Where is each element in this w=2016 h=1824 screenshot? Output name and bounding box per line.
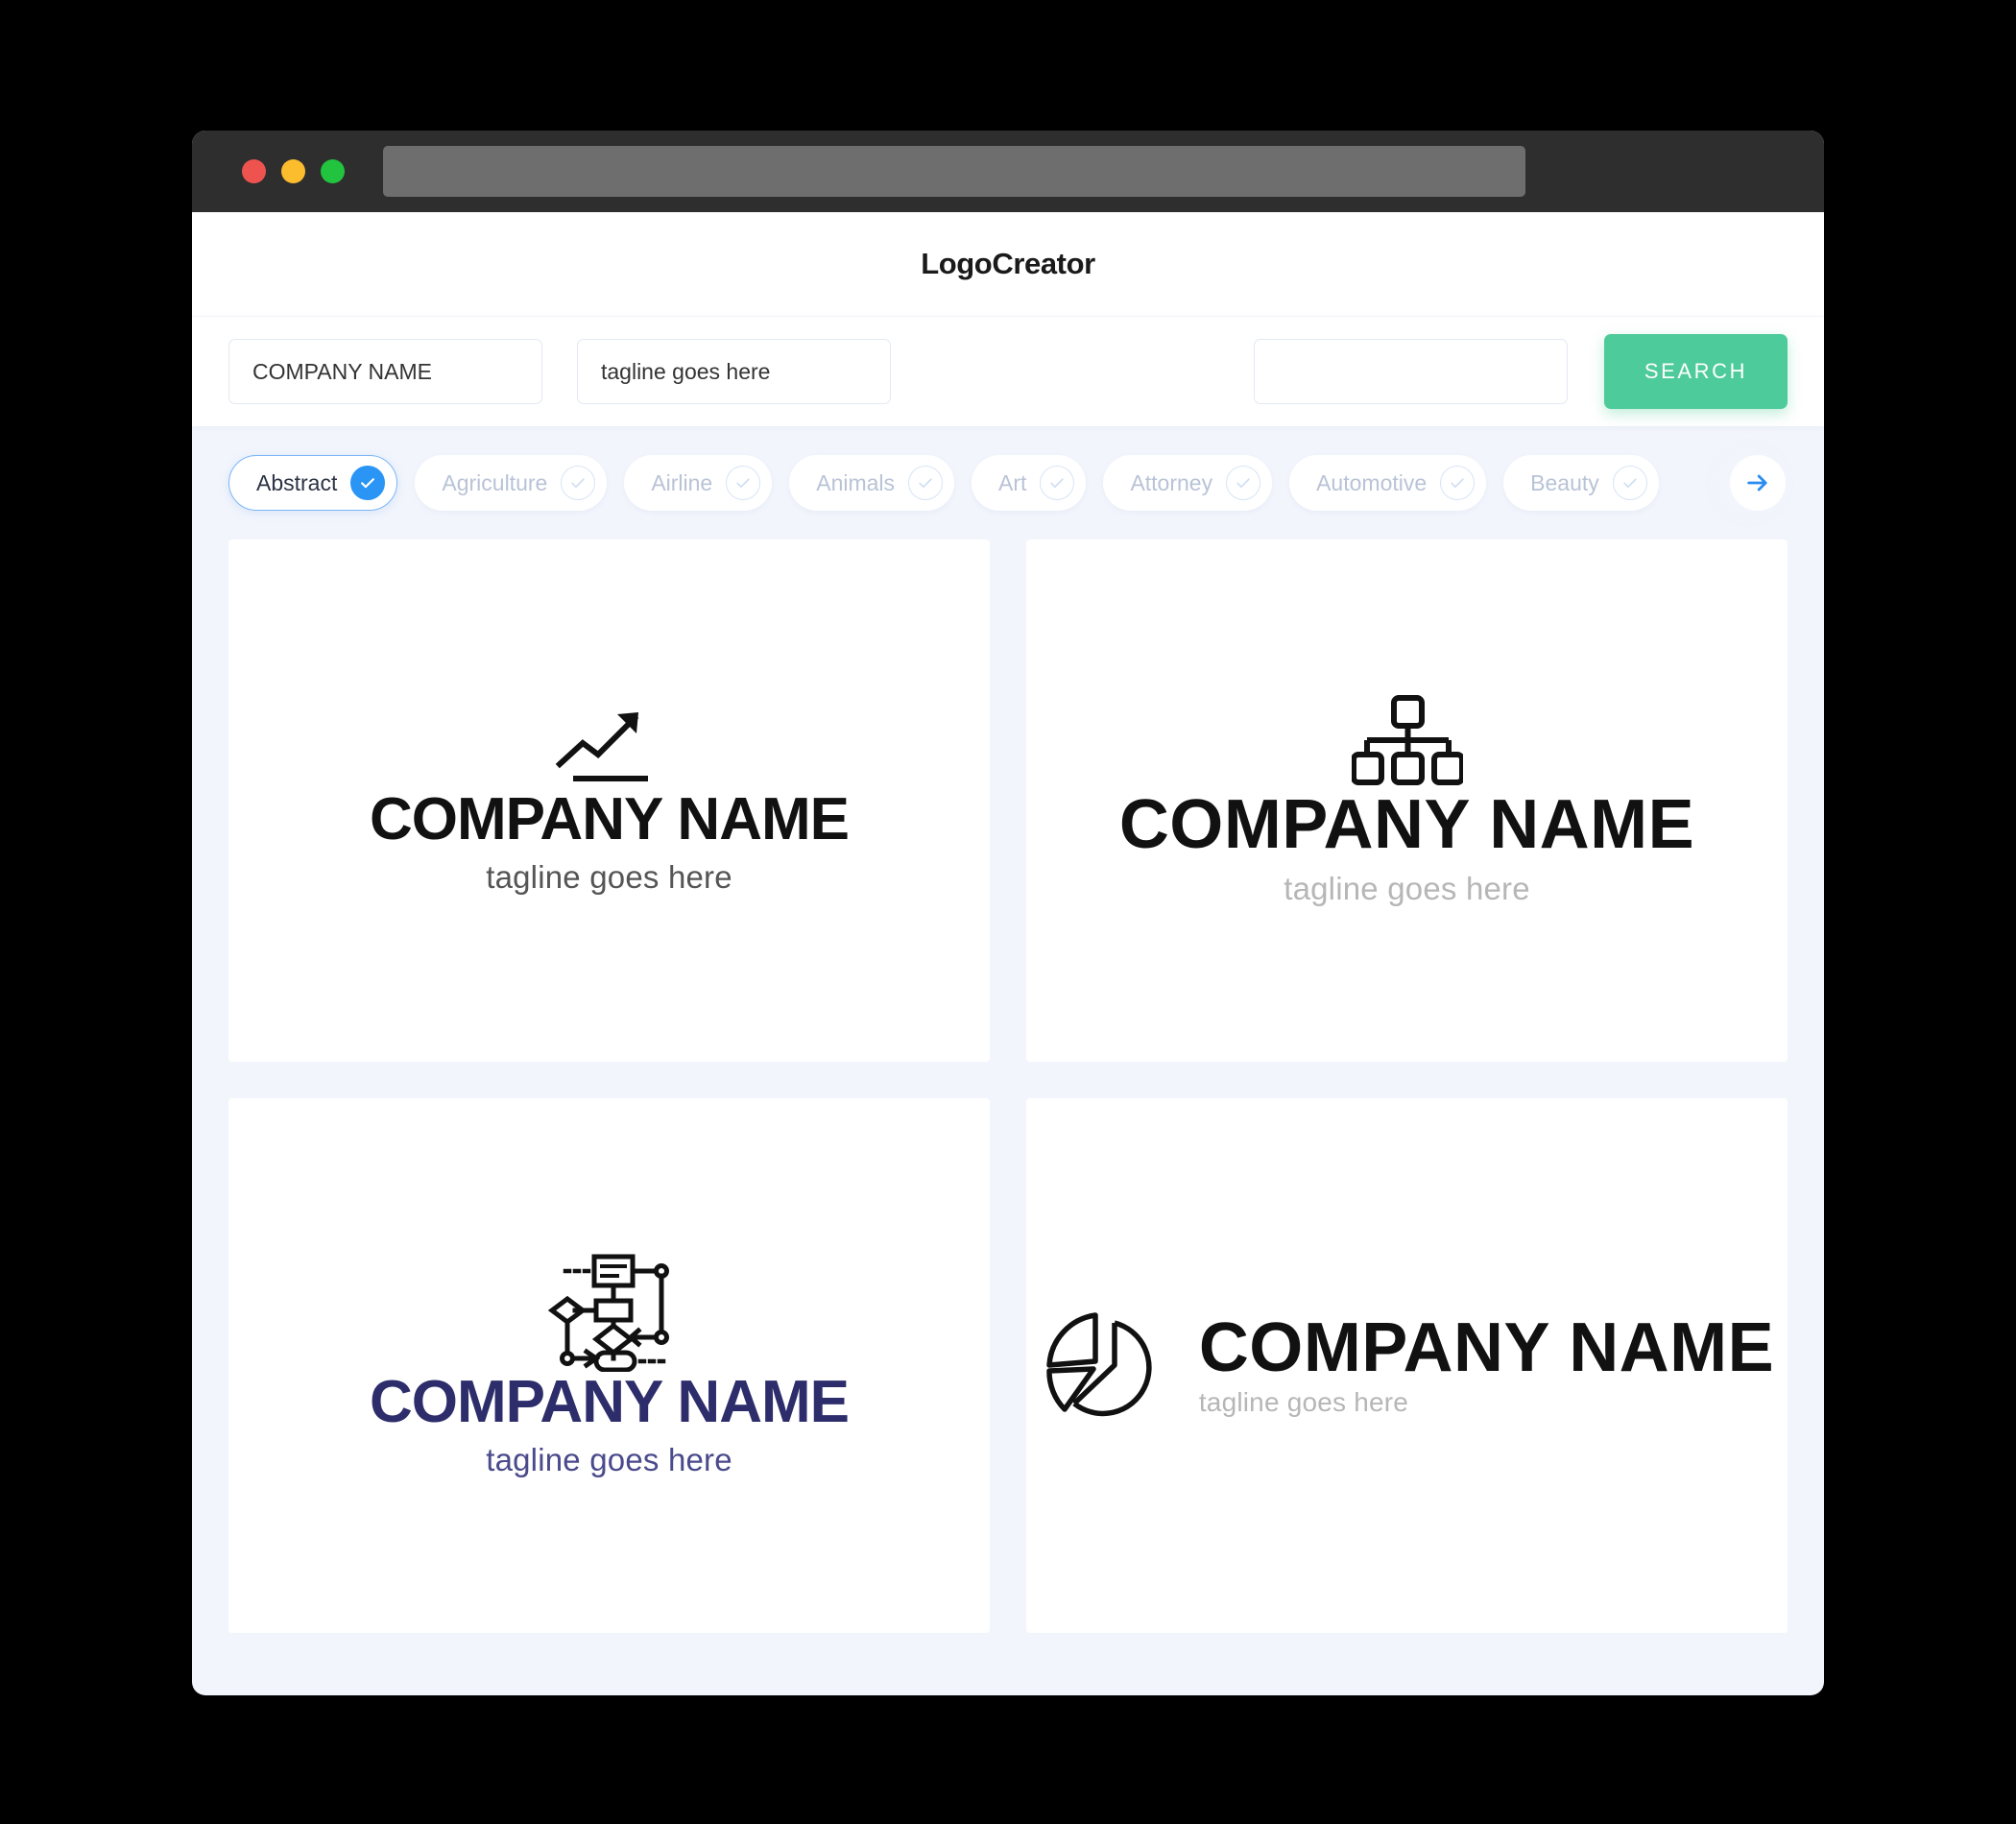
logo-tagline: tagline goes here <box>486 1441 732 1477</box>
filter-pill-animals[interactable]: Animals <box>789 455 955 511</box>
logo-results-grid: COMPANY NAME tagline goes here COMPANY N… <box>192 532 1824 1669</box>
logo-tagline: tagline goes here <box>1198 1387 1409 1418</box>
filters-next-button[interactable] <box>1730 455 1786 511</box>
logo-company-name: COMPANY NAME <box>1198 1308 1775 1386</box>
check-circle-icon <box>726 466 761 500</box>
filter-pill-agriculture[interactable]: Agriculture <box>415 455 608 511</box>
keyword-input[interactable] <box>1253 339 1568 404</box>
filter-pill-automotive[interactable]: Automotive <box>1289 455 1487 511</box>
filter-pill-label: Attorney <box>1130 469 1213 495</box>
logo-preview: COMPANY NAME tagline goes here <box>370 1253 850 1478</box>
logo-company-name: COMPANY NAME <box>1118 786 1695 864</box>
close-window-button[interactable] <box>242 159 266 183</box>
logo-tagline: tagline goes here <box>1284 870 1530 906</box>
filter-pill-label: Abstract <box>256 469 338 495</box>
check-circle-icon <box>350 466 386 500</box>
org-chart-icon <box>1351 694 1463 790</box>
filter-pill-label: Art <box>998 469 1027 495</box>
filter-pill-abstract[interactable]: Abstract <box>228 455 398 511</box>
logo-company-name: COMPANY NAME <box>370 1368 850 1435</box>
flowchart-icon <box>546 1253 673 1372</box>
browser-titlebar <box>192 131 1824 212</box>
filter-pill-art[interactable]: Art <box>972 455 1087 511</box>
minimize-window-button[interactable] <box>281 159 305 183</box>
check-circle-icon <box>1612 466 1647 500</box>
check-circle-icon <box>1440 466 1476 500</box>
logo-text-column: COMPANY NAME tagline goes here <box>1198 1308 1775 1418</box>
logo-card[interactable]: COMPANY NAME tagline goes here <box>228 1097 990 1633</box>
tagline-input[interactable]: tagline goes here <box>576 339 891 404</box>
filter-pill-beauty[interactable]: Beauty <box>1503 455 1659 511</box>
filter-pill-attorney[interactable]: Attorney <box>1103 455 1273 511</box>
filter-pill-label: Beauty <box>1530 469 1599 495</box>
arrow-right-icon <box>1747 474 1767 492</box>
filter-pill-label: Airline <box>651 469 713 495</box>
logo-card[interactable]: COMPANY NAME tagline goes here <box>228 540 990 1062</box>
browser-window: LogoCreator COMPANY NAME tagline goes he… <box>192 131 1824 1695</box>
filter-pill-airline[interactable]: Airline <box>624 455 773 511</box>
search-bar: COMPANY NAME tagline goes here SEARCH <box>192 316 1824 426</box>
filter-pill-label: Agriculture <box>442 469 548 495</box>
maximize-window-button[interactable] <box>321 159 345 183</box>
search-button[interactable]: SEARCH <box>1603 334 1788 409</box>
logo-tagline: tagline goes here <box>486 859 732 896</box>
app-title: LogoCreator <box>921 247 1095 280</box>
check-circle-icon <box>1226 466 1261 500</box>
url-bar[interactable] <box>383 146 1525 197</box>
filter-pill-label: Animals <box>816 469 896 495</box>
check-circle-icon <box>908 466 944 500</box>
growth-arrow-icon <box>552 705 667 789</box>
pie-chart-icon <box>1040 1302 1166 1428</box>
logo-preview: COMPANY NAME tagline goes here <box>1040 1302 1774 1428</box>
traffic-light-group <box>242 159 345 183</box>
app-header: LogoCreator <box>192 212 1824 316</box>
category-filter-bar: Abstract Agriculture Airline Animals Art… <box>192 426 1824 532</box>
logo-preview: COMPANY NAME tagline goes here <box>370 705 850 896</box>
logo-company-name: COMPANY NAME <box>370 786 850 853</box>
check-circle-icon <box>561 466 596 500</box>
company-name-input[interactable]: COMPANY NAME <box>228 339 542 404</box>
screenshot-stage: LogoCreator COMPANY NAME tagline goes he… <box>0 0 2016 1824</box>
check-circle-icon <box>1040 466 1075 500</box>
logo-card[interactable]: COMPANY NAME tagline goes here <box>1026 540 1788 1062</box>
logo-card[interactable]: COMPANY NAME tagline goes here <box>1026 1097 1788 1633</box>
filter-pill-label: Automotive <box>1316 469 1428 495</box>
logo-preview: COMPANY NAME tagline goes here <box>1119 694 1694 906</box>
